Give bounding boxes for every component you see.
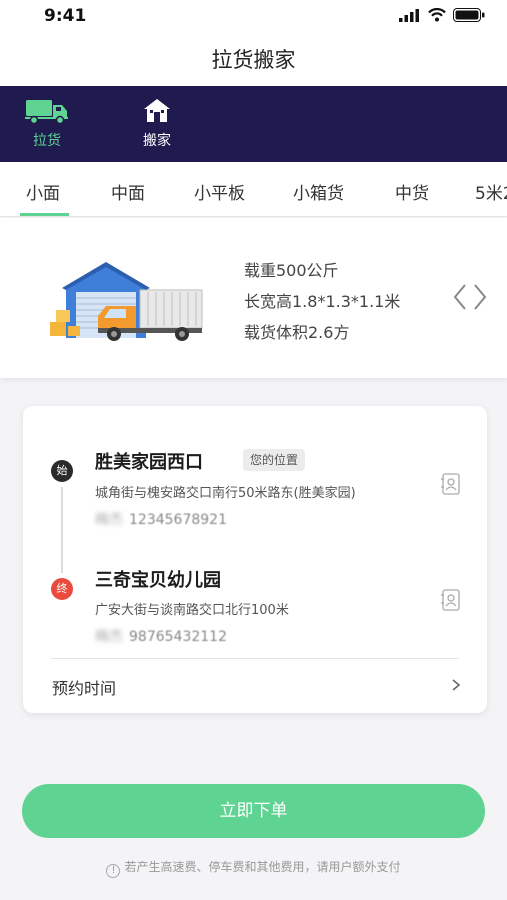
schedule-time-row[interactable]: 预约时间 bbox=[52, 675, 116, 699]
vehicle-info-card: 载重500公斤 长宽高1.8*1.3*1.1米 载货体积2.6方 bbox=[0, 218, 507, 378]
page-title: 拉货搬家 bbox=[211, 48, 296, 72]
nav-bar: 拉货搬家 bbox=[0, 32, 507, 86]
vehicle-type-tabs: 小面 中面 小平板 小箱货 中货 5米2 bbox=[0, 162, 507, 217]
spec-load: 载重500公斤 bbox=[244, 261, 339, 280]
fee-notice-text: 若产生高速费、停车费和其他费用，请用户额外支付 bbox=[124, 860, 401, 874]
truck-warehouse-illustration bbox=[50, 262, 203, 341]
spec-dimensions: 长宽高1.8*1.3*1.1米 bbox=[244, 292, 401, 311]
end-contact-name: 梅杰 bbox=[95, 629, 123, 645]
tab-xiaopingban[interactable]: 小平板 bbox=[194, 179, 245, 204]
info-icon: ! bbox=[106, 864, 121, 878]
place-order-button[interactable]: 立即下单 bbox=[22, 784, 485, 838]
signal-icon bbox=[399, 8, 419, 22]
start-contact-phone: 12345678921 bbox=[129, 512, 227, 528]
contact-book-icon[interactable] bbox=[441, 473, 461, 495]
tab-zhonghuo[interactable]: 中货 bbox=[395, 179, 429, 204]
tab-5m2[interactable]: 5米2 bbox=[475, 179, 507, 204]
end-contact-phone: 98765432112 bbox=[129, 629, 227, 645]
tab-moving[interactable]: 搬家 bbox=[122, 98, 192, 150]
status-icons bbox=[399, 8, 485, 22]
end-badge: 终 bbox=[51, 578, 73, 600]
tab-xiaomian[interactable]: 小面 bbox=[26, 179, 60, 204]
tab-zhongmian[interactable]: 中面 bbox=[111, 179, 145, 204]
house-icon bbox=[144, 99, 170, 122]
status-time: 9:41 bbox=[44, 6, 87, 26]
start-badge: 始 bbox=[51, 460, 73, 482]
chevron-right-icon[interactable] bbox=[451, 678, 461, 692]
start-address[interactable]: 城角街与槐安路交口南行50米路东(胜美家园) bbox=[95, 482, 356, 501]
tab-moving-label: 搬家 bbox=[143, 133, 171, 149]
end-place-name[interactable]: 三奇宝贝幼儿园 bbox=[95, 566, 221, 592]
contact-book-icon[interactable] bbox=[441, 589, 461, 611]
end-address[interactable]: 广安大街与谈南路交口北行100米 bbox=[95, 599, 289, 618]
tab-cargo-label: 拉货 bbox=[33, 133, 61, 149]
route-connector bbox=[61, 487, 63, 573]
divider bbox=[51, 658, 459, 659]
wifi-icon bbox=[428, 8, 446, 22]
fee-notice: ! 若产生高速费、停车费和其他费用，请用户额外支付 bbox=[0, 858, 507, 878]
active-tab-indicator bbox=[20, 213, 69, 216]
start-place-name[interactable]: 胜美家园西口 bbox=[95, 448, 203, 474]
start-contact[interactable]: 梅杰 12345678921 bbox=[95, 509, 227, 529]
prev-next-arrows-icon[interactable] bbox=[452, 282, 488, 312]
end-contact[interactable]: 梅杰 98765432112 bbox=[95, 626, 227, 646]
truck-icon bbox=[25, 100, 68, 124]
spec-volume: 载货体积2.6方 bbox=[244, 323, 350, 342]
battery-icon bbox=[453, 8, 485, 22]
tab-cargo[interactable]: 拉货 bbox=[12, 98, 82, 150]
route-card: 始 终 胜美家园西口 您的位置 城角街与槐安路交口南行50米路东(胜美家园) 梅… bbox=[23, 406, 487, 713]
current-location-chip: 您的位置 bbox=[243, 449, 306, 471]
status-bar: 9:41 bbox=[0, 0, 507, 32]
start-contact-name: 梅杰 bbox=[95, 512, 123, 528]
service-type-bar: 拉货 搬家 bbox=[0, 86, 507, 162]
tab-xiaoxianghuo[interactable]: 小箱货 bbox=[293, 179, 344, 204]
